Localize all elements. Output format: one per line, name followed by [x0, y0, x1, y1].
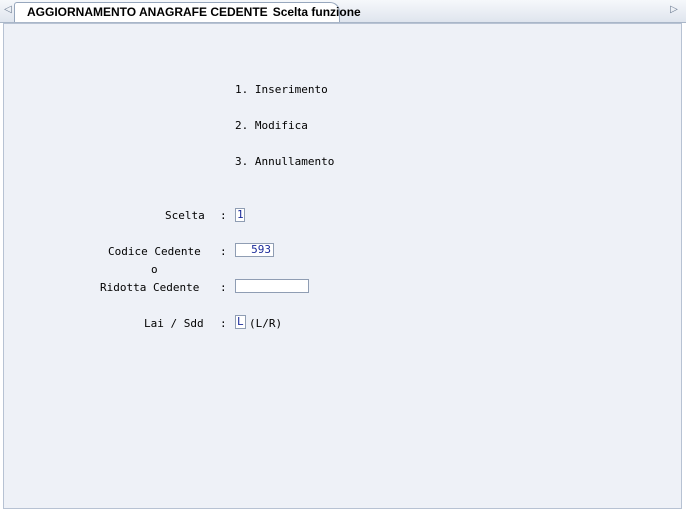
scelta-label: Scelta: [165, 209, 205, 222]
tab-title: AGGIORNAMENTO ANAGRAFE CEDENTE: [27, 5, 268, 19]
tab-bar: ◁ AGGIORNAMENTO ANAGRAFE CEDENTE Scelta f…: [0, 0, 686, 23]
scroll-left-icon[interactable]: ◁: [3, 3, 13, 17]
lai-sdd-input[interactable]: L: [235, 315, 246, 329]
lai-sdd-separator: :: [220, 317, 227, 330]
scelta-input[interactable]: 1: [235, 208, 245, 222]
codice-cedente-separator: :: [220, 245, 227, 258]
scroll-right-icon[interactable]: ▷: [668, 3, 680, 17]
lai-sdd-hint: (L/R): [249, 317, 283, 330]
form-panel: 1. Inserimento 2. Modifica 3. Annullamen…: [3, 23, 682, 509]
codice-cedente-input[interactable]: 593: [235, 243, 274, 257]
oppure-label: o: [151, 263, 158, 276]
menu-item-inserimento: 1. Inserimento: [235, 83, 328, 96]
menu-item-modifica: 2. Modifica: [235, 119, 308, 132]
menu-item-annullamento: 3. Annullamento: [235, 155, 335, 168]
tab-aggiornamento-anagrafe-cedente[interactable]: AGGIORNAMENTO ANAGRAFE CEDENTE Scelta fun…: [14, 2, 361, 22]
ridotta-cedente-input[interactable]: [235, 279, 309, 293]
lai-sdd-label: Lai / Sdd: [144, 317, 204, 330]
codice-cedente-label: Codice Cedente: [108, 245, 201, 258]
ridotta-cedente-label: Ridotta Cedente: [100, 281, 200, 294]
ridotta-cedente-separator: :: [220, 281, 227, 294]
tab-subtitle: Scelta funzione: [272, 5, 361, 19]
scelta-separator: :: [220, 209, 227, 222]
